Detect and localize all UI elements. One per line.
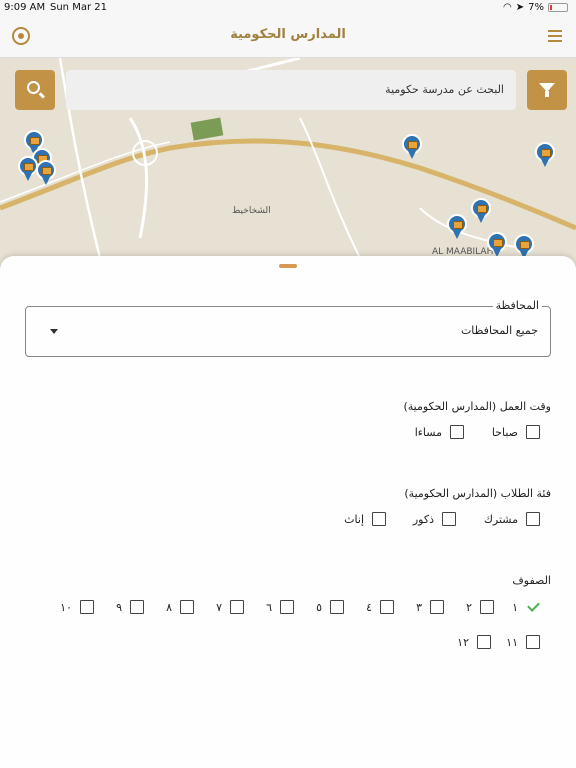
checkbox[interactable] — [526, 635, 540, 649]
option-label: صباحا — [491, 425, 518, 439]
grade-5-option[interactable]: ٥ — [316, 600, 344, 614]
school-pin-icon[interactable] — [447, 214, 467, 240]
checkbox[interactable] — [526, 512, 540, 526]
search-icon — [27, 81, 40, 94]
option-label: ٩ — [116, 600, 122, 614]
option-label: ١١ — [506, 635, 518, 649]
checkbox[interactable] — [477, 635, 491, 649]
option-label: ٥ — [316, 600, 322, 614]
nav-bar: المدارس الحكومية — [0, 16, 576, 58]
checkbox[interactable] — [372, 512, 386, 526]
school-pin-icon[interactable] — [535, 142, 555, 168]
page-title: المدارس الحكومية — [230, 27, 346, 42]
option-evening[interactable]: مساءا — [415, 425, 464, 439]
check-icon[interactable] — [526, 600, 540, 614]
battery-icon — [548, 3, 568, 12]
grade-11-option[interactable]: ١١ — [506, 635, 540, 649]
location-arrow-icon: ➤ — [515, 2, 525, 13]
grades-title: الصفوف — [512, 574, 551, 587]
map-label-shakhakhit: الشخاخيط — [232, 206, 271, 216]
option-boys[interactable]: ذكور — [413, 512, 456, 526]
checkbox[interactable] — [130, 600, 144, 614]
option-morning[interactable]: صباحا — [492, 425, 540, 439]
option-label: ١٢ — [457, 635, 469, 649]
search-button[interactable] — [15, 70, 55, 110]
school-pin-icon[interactable] — [402, 134, 422, 160]
checkbox[interactable] — [380, 600, 394, 614]
grade-1-option[interactable]: ١ — [512, 600, 540, 614]
option-girls[interactable]: إناث — [344, 512, 386, 526]
status-bar: 9:09 AM Sun Mar 21 ◠ ➤ 7% — [0, 0, 576, 16]
caret-down-icon — [50, 329, 58, 334]
option-label: ٤ — [366, 600, 372, 614]
checkbox[interactable] — [430, 600, 444, 614]
grade-12-option[interactable]: ١٢ — [457, 635, 491, 649]
option-label: ١ — [512, 600, 518, 614]
option-label: ٢ — [466, 600, 472, 614]
grade-10-option[interactable]: ١٠ — [60, 600, 94, 614]
option-label: إناث — [344, 512, 364, 526]
option-label: ٣ — [416, 600, 422, 614]
option-label: مشترك — [483, 512, 518, 526]
sheet-drag-handle[interactable] — [279, 264, 297, 268]
filter-button[interactable] — [527, 70, 567, 110]
option-label: ٨ — [166, 600, 172, 614]
grade-4-option[interactable]: ٤ — [366, 600, 394, 614]
checkbox[interactable] — [526, 425, 540, 439]
governorate-select[interactable]: المحافظة جميع المحافظات — [25, 299, 551, 357]
option-label: ٧ — [216, 600, 222, 614]
checkbox[interactable] — [280, 600, 294, 614]
checkbox[interactable] — [80, 600, 94, 614]
grade-2-option[interactable]: ٢ — [466, 600, 494, 614]
student-type-title: فئة الطلاب (المدارس الحكومية) — [404, 487, 551, 500]
status-date: Sun Mar 21 — [50, 2, 107, 13]
checkbox[interactable] — [480, 600, 494, 614]
option-label: ١٠ — [60, 600, 72, 614]
hamburger-menu-icon[interactable] — [548, 30, 562, 42]
status-indicators: ◠ ➤ 7% — [503, 2, 568, 13]
grade-9-option[interactable]: ٩ — [116, 600, 144, 614]
grade-3-option[interactable]: ٣ — [416, 600, 444, 614]
checkbox[interactable] — [450, 425, 464, 439]
option-label: ذكور — [412, 512, 434, 526]
grade-6-option[interactable]: ٦ — [266, 600, 294, 614]
governorate-value: جميع المحافظات — [460, 324, 538, 337]
battery-percent: 7% — [528, 2, 544, 13]
school-pin-icon[interactable] — [36, 160, 56, 186]
school-pin-icon[interactable] — [18, 156, 38, 182]
search-input[interactable]: البحث عن مدرسة حكومية — [66, 70, 516, 110]
checkbox[interactable] — [330, 600, 344, 614]
filter-sheet: المحافظة جميع المحافظات وقت العمل (المدا… — [0, 256, 576, 768]
wifi-icon: ◠ — [503, 2, 512, 13]
status-time: 9:09 AM — [4, 2, 46, 13]
option-mixed[interactable]: مشترك — [484, 512, 540, 526]
school-pin-icon[interactable] — [471, 198, 491, 224]
option-label: مساءا — [414, 425, 442, 439]
grade-7-option[interactable]: ٧ — [216, 600, 244, 614]
school-pin-icon[interactable] — [487, 232, 507, 258]
governorate-label: المحافظة — [492, 299, 542, 312]
checkbox[interactable] — [230, 600, 244, 614]
option-label: ٦ — [266, 600, 272, 614]
working-time-title: وقت العمل (المدارس الحكومية) — [403, 400, 551, 413]
grade-8-option[interactable]: ٨ — [166, 600, 194, 614]
checkbox[interactable] — [180, 600, 194, 614]
checkbox[interactable] — [442, 512, 456, 526]
